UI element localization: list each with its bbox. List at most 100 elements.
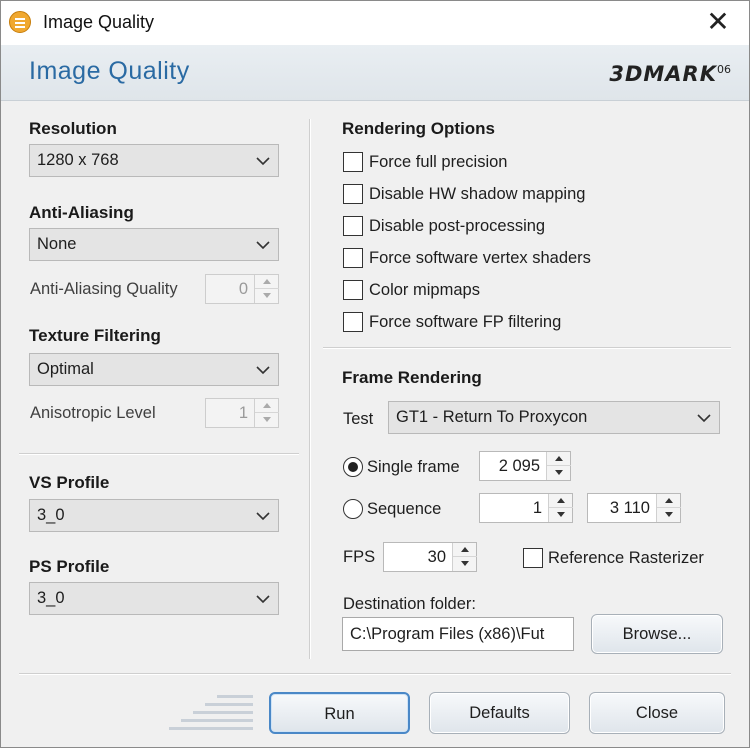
disable-hw-shadow-mapping-checkbox[interactable] [343,184,363,204]
test-label: Test [343,410,374,428]
destination-folder-value: C:\Program Files (x86)\Fut [350,625,545,643]
force-software-vertex-shaders-checkbox[interactable] [343,248,363,268]
reference-rasterizer-checkbox[interactable] [523,548,543,568]
texture-filtering-value: Optimal [37,360,94,378]
stepper-up-button[interactable] [255,275,279,289]
arrow-down-icon [461,561,469,566]
aa-quality-label: Anti-Aliasing Quality [30,280,178,298]
disable-post-processing-checkbox[interactable] [343,216,363,236]
arrow-down-icon [263,417,271,422]
stepper-arrows [254,275,279,303]
close-button[interactable]: Close [589,692,725,734]
force-full-precision-checkbox[interactable] [343,152,363,172]
destination-folder-input[interactable]: C:\Program Files (x86)\Fut [342,617,574,651]
vs-profile-label: VS Profile [29,473,110,492]
force-full-precision-label: Force full precision [369,153,508,171]
stepper-down-button[interactable] [547,466,571,480]
stepper-up-button[interactable] [255,399,279,413]
chevron-down-icon [256,366,270,375]
test-value: GT1 - Return To Proxycon [396,408,588,426]
test-select[interactable]: GT1 - Return To Proxycon [388,401,720,434]
chevron-down-icon [256,241,270,250]
ps-profile-value: 3_0 [37,589,65,607]
texture-filtering-select[interactable]: Optimal [29,353,279,386]
single-frame-stepper[interactable]: 2 095 [479,451,571,481]
color-mipmaps-checkbox[interactable] [343,280,363,300]
stepper-arrows [452,543,477,571]
single-frame-label: Single frame [367,458,460,476]
3dmark-logo: 3DMARK06 [609,62,731,86]
aa-quality-value: 0 [238,280,248,298]
arrow-up-icon [263,403,271,408]
chevron-down-icon [256,595,270,604]
anisotropic-level-label: Anisotropic Level [30,404,156,422]
stepper-up-button[interactable] [549,494,573,508]
color-mipmaps-label: Color mipmaps [369,281,480,299]
stepper-arrows [254,399,279,427]
image-quality-window: Image Quality ✕ Image Quality 3DMARK06 R… [0,0,750,748]
stepper-arrows [546,452,571,480]
vs-profile-select[interactable]: 3_0 [29,499,279,532]
sequence-radio[interactable] [343,499,363,519]
anti-aliasing-select[interactable]: None [29,228,279,261]
anti-aliasing-value: None [37,235,77,253]
arrow-up-icon [557,498,565,503]
arrow-up-icon [665,498,673,503]
resolution-select[interactable]: 1280 x 768 [29,144,279,177]
logo-suffix: 06 [717,63,731,76]
arrow-up-icon [555,456,563,461]
sequence-end-stepper[interactable]: 3 110 [587,493,681,523]
anisotropic-level-value: 1 [238,404,248,422]
stepper-up-button[interactable] [453,543,477,557]
arrow-down-icon [263,293,271,298]
defaults-button[interactable]: Defaults [429,692,570,734]
fps-stepper[interactable]: 30 [383,542,477,572]
force-software-vertex-shaders-label: Force software vertex shaders [369,249,591,267]
texture-filtering-label: Texture Filtering [29,326,161,345]
force-software-fp-filtering-label: Force software FP filtering [369,313,562,331]
anisotropic-level-stepper[interactable]: 1 [205,398,279,428]
sequence-label: Sequence [367,500,442,518]
frame-rendering-title: Frame Rendering [342,368,482,387]
browse-button[interactable]: Browse... [591,614,723,654]
stepper-down-button[interactable] [255,413,279,427]
disable-hw-shadow-mapping-label: Disable HW shadow mapping [369,185,586,203]
sequence-start-stepper[interactable]: 1 [479,493,573,523]
ps-profile-select[interactable]: 3_0 [29,582,279,615]
resolution-value: 1280 x 768 [37,151,119,169]
left-divider [19,453,299,455]
stepper-down-button[interactable] [453,557,477,571]
anti-aliasing-label: Anti-Aliasing [29,203,134,222]
run-button-label: Run [324,705,355,723]
stepper-arrows [548,494,573,522]
chevron-down-icon [697,414,711,423]
disable-post-processing-label: Disable post-processing [369,217,546,235]
aa-quality-stepper[interactable]: 0 [205,274,279,304]
fps-value: 30 [427,548,446,566]
stepper-up-button[interactable] [547,452,571,466]
page-title: Image Quality [29,57,190,85]
close-button-label: Close [635,704,679,722]
sequence-end-value: 3 110 [609,499,650,517]
close-icon[interactable]: ✕ [703,7,733,37]
arrow-down-icon [665,512,673,517]
stepper-up-button[interactable] [657,494,681,508]
run-button[interactable]: Run [269,692,410,734]
column-divider [309,119,311,659]
app-menu-icon[interactable] [9,11,31,33]
single-frame-value: 2 095 [498,457,540,475]
reference-rasterizer-label: Reference Rasterizer [548,549,704,567]
resolution-label: Resolution [29,119,117,138]
fps-label: FPS [343,548,376,566]
force-software-fp-filtering-checkbox[interactable] [343,312,363,332]
arrow-down-icon [555,470,563,475]
single-frame-radio[interactable] [343,457,363,477]
browse-button-label: Browse... [622,625,692,643]
stepper-down-button[interactable] [657,508,681,522]
stepper-down-button[interactable] [549,508,573,522]
title-bar: Image Quality ✕ [1,1,749,45]
logo-text: 3DMARK [609,62,717,86]
sequence-start-value: 1 [532,499,542,517]
stepper-down-button[interactable] [255,289,279,303]
destination-folder-label: Destination folder: [343,595,476,613]
